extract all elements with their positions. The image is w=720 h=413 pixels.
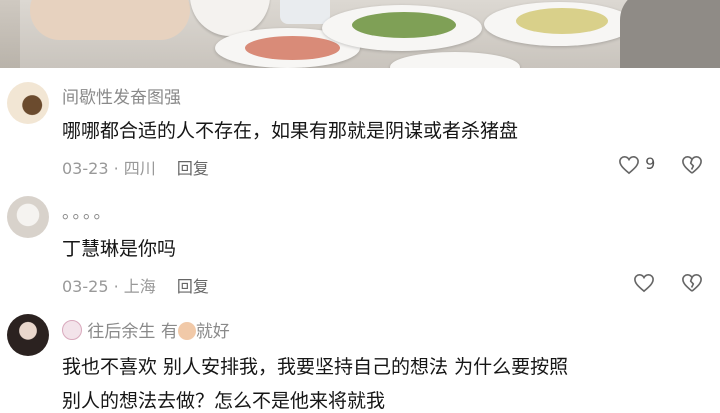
comment-item: 间歇性发奋图强 哪哪都合适的人不存在，如果有那就是阴谋或者杀猪盘 03-23 ·… (0, 68, 720, 190)
comment-text: 哪哪都合适的人不存在，如果有那就是阴谋或者杀猪盘 (62, 120, 519, 142)
broken-heart-icon (681, 272, 703, 292)
video-food (352, 12, 456, 38)
like-count: 9 (645, 154, 656, 173)
comment-item: 。。。。 丁慧琳是你吗 03-25 · 上海 回复 (0, 190, 720, 308)
avatar[interactable] (7, 196, 49, 238)
avatar[interactable] (7, 314, 49, 356)
comment-date: 03-23 (62, 159, 109, 178)
dislike-button[interactable] (681, 154, 703, 175)
broken-heart-icon (681, 154, 703, 174)
heart-outline-icon (633, 272, 655, 292)
comment-item: 往后余生 有就好 我也不喜欢 别人安排我，我要坚持自己的想法 为什么要按照 别人… (0, 308, 720, 412)
video-food (516, 8, 608, 34)
comment-username[interactable]: 间歇性发奋图强 (62, 83, 181, 108)
like-button[interactable]: 9 (618, 154, 655, 175)
flower-emoji-icon (62, 320, 82, 340)
dislike-button[interactable] (681, 272, 703, 293)
like-button[interactable] (633, 272, 655, 293)
comment-text-line2: 别人的想法去做？怎么不是他来将就我 (62, 390, 386, 412)
comment-meta: 03-25 · 上海 回复 (62, 277, 209, 296)
comment-location: 上海 (123, 277, 156, 296)
video-arm (30, 0, 190, 40)
video-cup (280, 0, 330, 24)
person-emoji-icon (177, 322, 196, 340)
heart-outline-icon (618, 154, 645, 174)
reply-button[interactable]: 回复 (177, 277, 209, 296)
comment-text: 丁慧琳是你吗 (62, 238, 177, 260)
video-food (245, 36, 340, 60)
comment-username[interactable]: 往后余生 有就好 (62, 317, 230, 342)
reply-button[interactable]: 回复 (177, 159, 209, 178)
video-person (620, 0, 720, 68)
comment-username[interactable]: 。。。。 (62, 198, 113, 223)
avatar[interactable] (7, 82, 49, 124)
comment-date: 03-25 (62, 277, 109, 296)
comment-location: 四川 (123, 159, 156, 178)
comment-meta: 03-23 · 四川 回复 (62, 159, 209, 178)
video-frame[interactable] (0, 0, 720, 68)
comment-text-line1: 我也不喜欢 别人安排我，我要坚持自己的想法 为什么要按照 (62, 356, 569, 378)
